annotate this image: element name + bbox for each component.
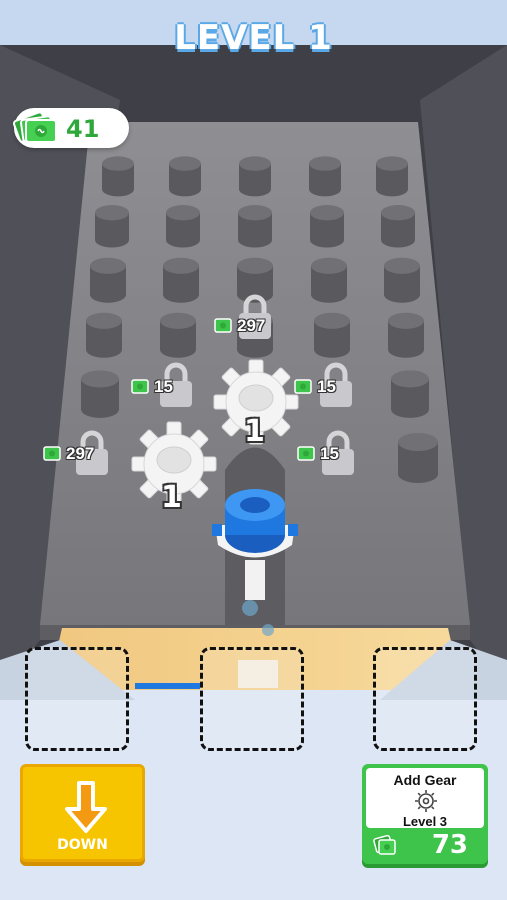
gear-slot-3[interactable] <box>373 647 477 751</box>
down-arrow-icon <box>65 781 107 833</box>
gear-slot-1[interactable] <box>25 647 129 751</box>
lock-price-tag: 297 <box>213 316 265 336</box>
gear-level: 1 <box>244 414 265 449</box>
lock-price-tag: 297 <box>42 444 94 464</box>
peg <box>239 156 271 197</box>
cash-icon <box>12 111 57 143</box>
cash-icon <box>373 834 396 855</box>
add-gear-button[interactable]: Add Gear Level 3 73 <box>362 764 488 864</box>
add-gear-title: Add Gear <box>393 772 457 788</box>
gear-level: 1 <box>161 480 182 515</box>
cash-icon <box>43 446 61 461</box>
peg <box>81 370 119 418</box>
lock-price: 297 <box>66 444 95 463</box>
peg <box>381 205 415 248</box>
lock-price: 15 <box>317 377 336 396</box>
peg <box>388 312 424 358</box>
peg <box>376 156 408 197</box>
lock-price: 297 <box>237 316 266 335</box>
gear-icon <box>415 790 437 812</box>
cash-icon <box>131 379 149 394</box>
currency-counter: 41 <box>12 108 129 148</box>
down-button-label: DOWN <box>57 837 108 853</box>
add-gear-level: Level 3 <box>402 814 448 829</box>
peg <box>163 257 199 303</box>
peg <box>90 257 126 303</box>
lock-price-tag: 15 <box>130 377 173 397</box>
peg <box>398 433 438 483</box>
gear-slot-2[interactable] <box>200 647 304 751</box>
peg <box>384 257 420 303</box>
peg <box>311 257 347 303</box>
level-title: LEVEL 1 <box>174 18 333 58</box>
peg <box>86 312 122 358</box>
peg <box>314 312 350 358</box>
cash-icon <box>297 446 315 461</box>
down-button[interactable]: DOWN <box>20 764 145 862</box>
cash-icon <box>214 318 232 333</box>
peg <box>102 156 134 197</box>
lock-price: 15 <box>320 444 339 463</box>
peg <box>160 312 196 358</box>
lock-price-tag: 15 <box>296 444 339 464</box>
add-gear-card: Add Gear Level 3 <box>366 768 484 829</box>
peg <box>309 156 341 197</box>
peg <box>391 370 429 418</box>
peg <box>166 205 200 248</box>
currency-amount: 41 <box>66 115 100 143</box>
lock-price: 15 <box>154 377 173 396</box>
peg <box>310 205 344 248</box>
peg <box>95 205 129 248</box>
peg <box>238 205 272 248</box>
peg <box>169 156 201 197</box>
add-gear-price: 73 <box>431 830 468 860</box>
